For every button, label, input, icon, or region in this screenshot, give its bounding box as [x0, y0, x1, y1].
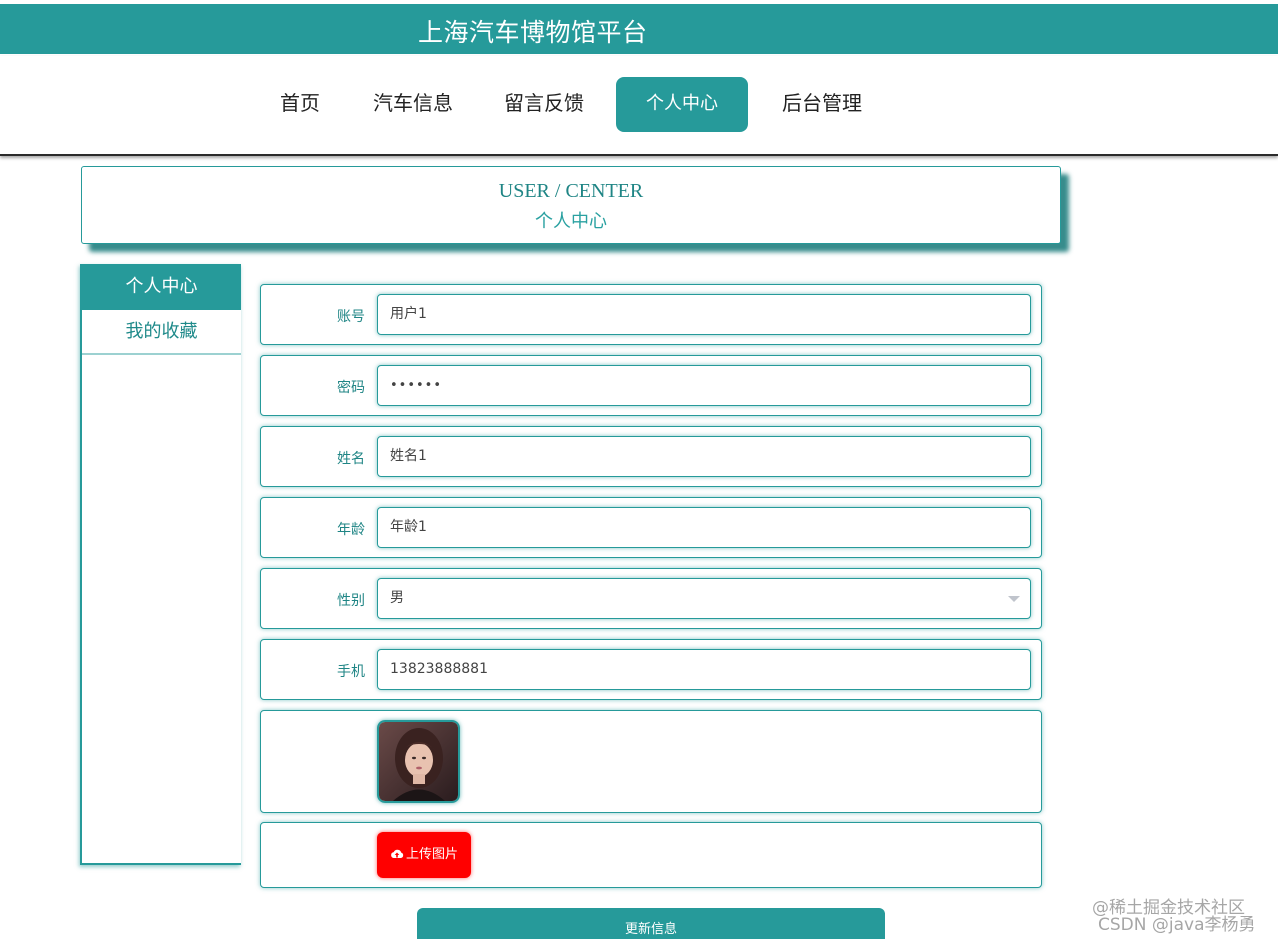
account-label: 账号 [337, 309, 365, 325]
nav-item-user-center[interactable]: 个人中心 [616, 77, 748, 132]
form-row-gender: 性别 男 [260, 568, 1042, 629]
nav-item-admin[interactable]: 后台管理 [771, 77, 873, 132]
gender-select-value: 男 [390, 590, 404, 606]
form-row-account: 账号 用户1 [260, 284, 1042, 345]
nav-item-cars[interactable]: 汽车信息 [362, 77, 464, 132]
main-nav: 首页 汽车信息 留言反馈 个人中心 后台管理 [0, 56, 1278, 156]
form-row-avatar [260, 710, 1042, 813]
password-input[interactable]: •••••• [377, 365, 1031, 406]
form-row-name: 姓名 姓名1 [260, 426, 1042, 487]
nav-item-feedback[interactable]: 留言反馈 [493, 77, 595, 132]
age-input[interactable]: 年龄1 [377, 507, 1031, 548]
form-row-phone: 手机 13823888881 [260, 639, 1042, 700]
phone-label: 手机 [337, 664, 365, 680]
password-label: 密码 [337, 380, 365, 396]
sidebar-item-user-center[interactable]: 个人中心 [82, 264, 241, 310]
sidebar-item-favorites[interactable]: 我的收藏 [82, 310, 241, 355]
name-label: 姓名 [337, 451, 365, 467]
sidebar: 个人中心 我的收藏 [80, 264, 241, 865]
age-label: 年龄 [337, 522, 365, 538]
gender-select[interactable]: 男 [377, 578, 1031, 619]
banner-title-cn: 个人中心 [535, 211, 607, 232]
watermark-csdn: CSDN @java李杨勇 [1098, 915, 1256, 935]
form-row-password: 密码 •••••• [260, 355, 1042, 416]
avatar [377, 720, 460, 803]
cloud-upload-icon [391, 849, 404, 858]
banner-title-en: USER / CENTER [498, 180, 644, 202]
form-row-age: 年龄 年龄1 [260, 497, 1042, 558]
phone-input[interactable]: 13823888881 [377, 649, 1031, 690]
nav-item-home[interactable]: 首页 [270, 77, 330, 132]
avatar-image [379, 722, 458, 801]
upload-image-label: 上传图片 [405, 847, 458, 862]
update-info-button[interactable]: 更新信息 [417, 908, 885, 939]
page-banner: USER / CENTER 个人中心 [81, 166, 1061, 244]
top-bar: 上海汽车博物馆平台 [0, 4, 1278, 54]
name-input[interactable]: 姓名1 [377, 436, 1031, 477]
chevron-down-icon [1008, 596, 1020, 602]
site-title: 上海汽车博物馆平台 [418, 18, 648, 47]
gender-label: 性别 [337, 593, 365, 609]
account-input[interactable]: 用户1 [377, 294, 1031, 335]
form-row-upload: 上传图片 [260, 822, 1042, 888]
upload-image-button[interactable]: 上传图片 [377, 832, 471, 878]
